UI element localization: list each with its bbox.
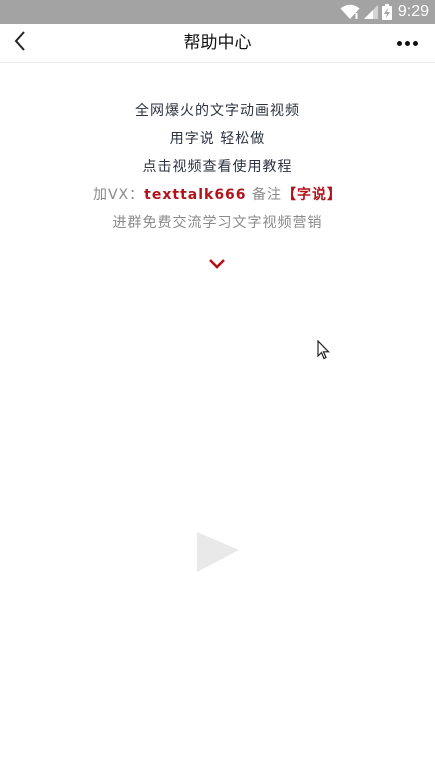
signal-icon xyxy=(363,5,378,19)
wifi-icon xyxy=(340,4,360,20)
back-button[interactable] xyxy=(8,30,32,56)
more-button[interactable] xyxy=(393,32,421,54)
nav-bar: 帮助中心 xyxy=(0,24,435,63)
chevron-left-icon xyxy=(13,30,27,56)
vx-note: 【字说】 xyxy=(282,187,342,203)
mouse-cursor-icon xyxy=(317,339,331,360)
intro-line-5: 进群免费交流学习文字视频营销 xyxy=(112,215,323,231)
intro-line-3: 点击视频查看使用教程 xyxy=(142,159,293,175)
vx-id: texttalk666 xyxy=(144,187,247,203)
intro-line-2: 用字说 轻松做 xyxy=(169,131,266,147)
contact-line: 加VX：texttalk666 备注【字说】 xyxy=(0,181,435,209)
more-dots-icon xyxy=(396,40,418,46)
battery-charging-icon xyxy=(381,4,392,20)
play-icon xyxy=(196,532,240,578)
vx-note-label: 备注 xyxy=(246,187,282,203)
status-icons xyxy=(340,4,392,20)
intro-text: 全网爆火的文字动画视频 用字说 轻松做 点击视频查看使用教程 加VX：textt… xyxy=(0,97,435,237)
intro-line-1: 全网爆火的文字动画视频 xyxy=(135,103,300,119)
chevron-down-icon xyxy=(207,256,227,270)
vx-label: 加VX： xyxy=(92,187,145,203)
play-button[interactable] xyxy=(196,530,240,574)
status-time: 9:29 xyxy=(397,3,429,20)
page-title: 帮助中心 xyxy=(183,33,252,53)
status-bar: 9:29 xyxy=(0,0,435,24)
